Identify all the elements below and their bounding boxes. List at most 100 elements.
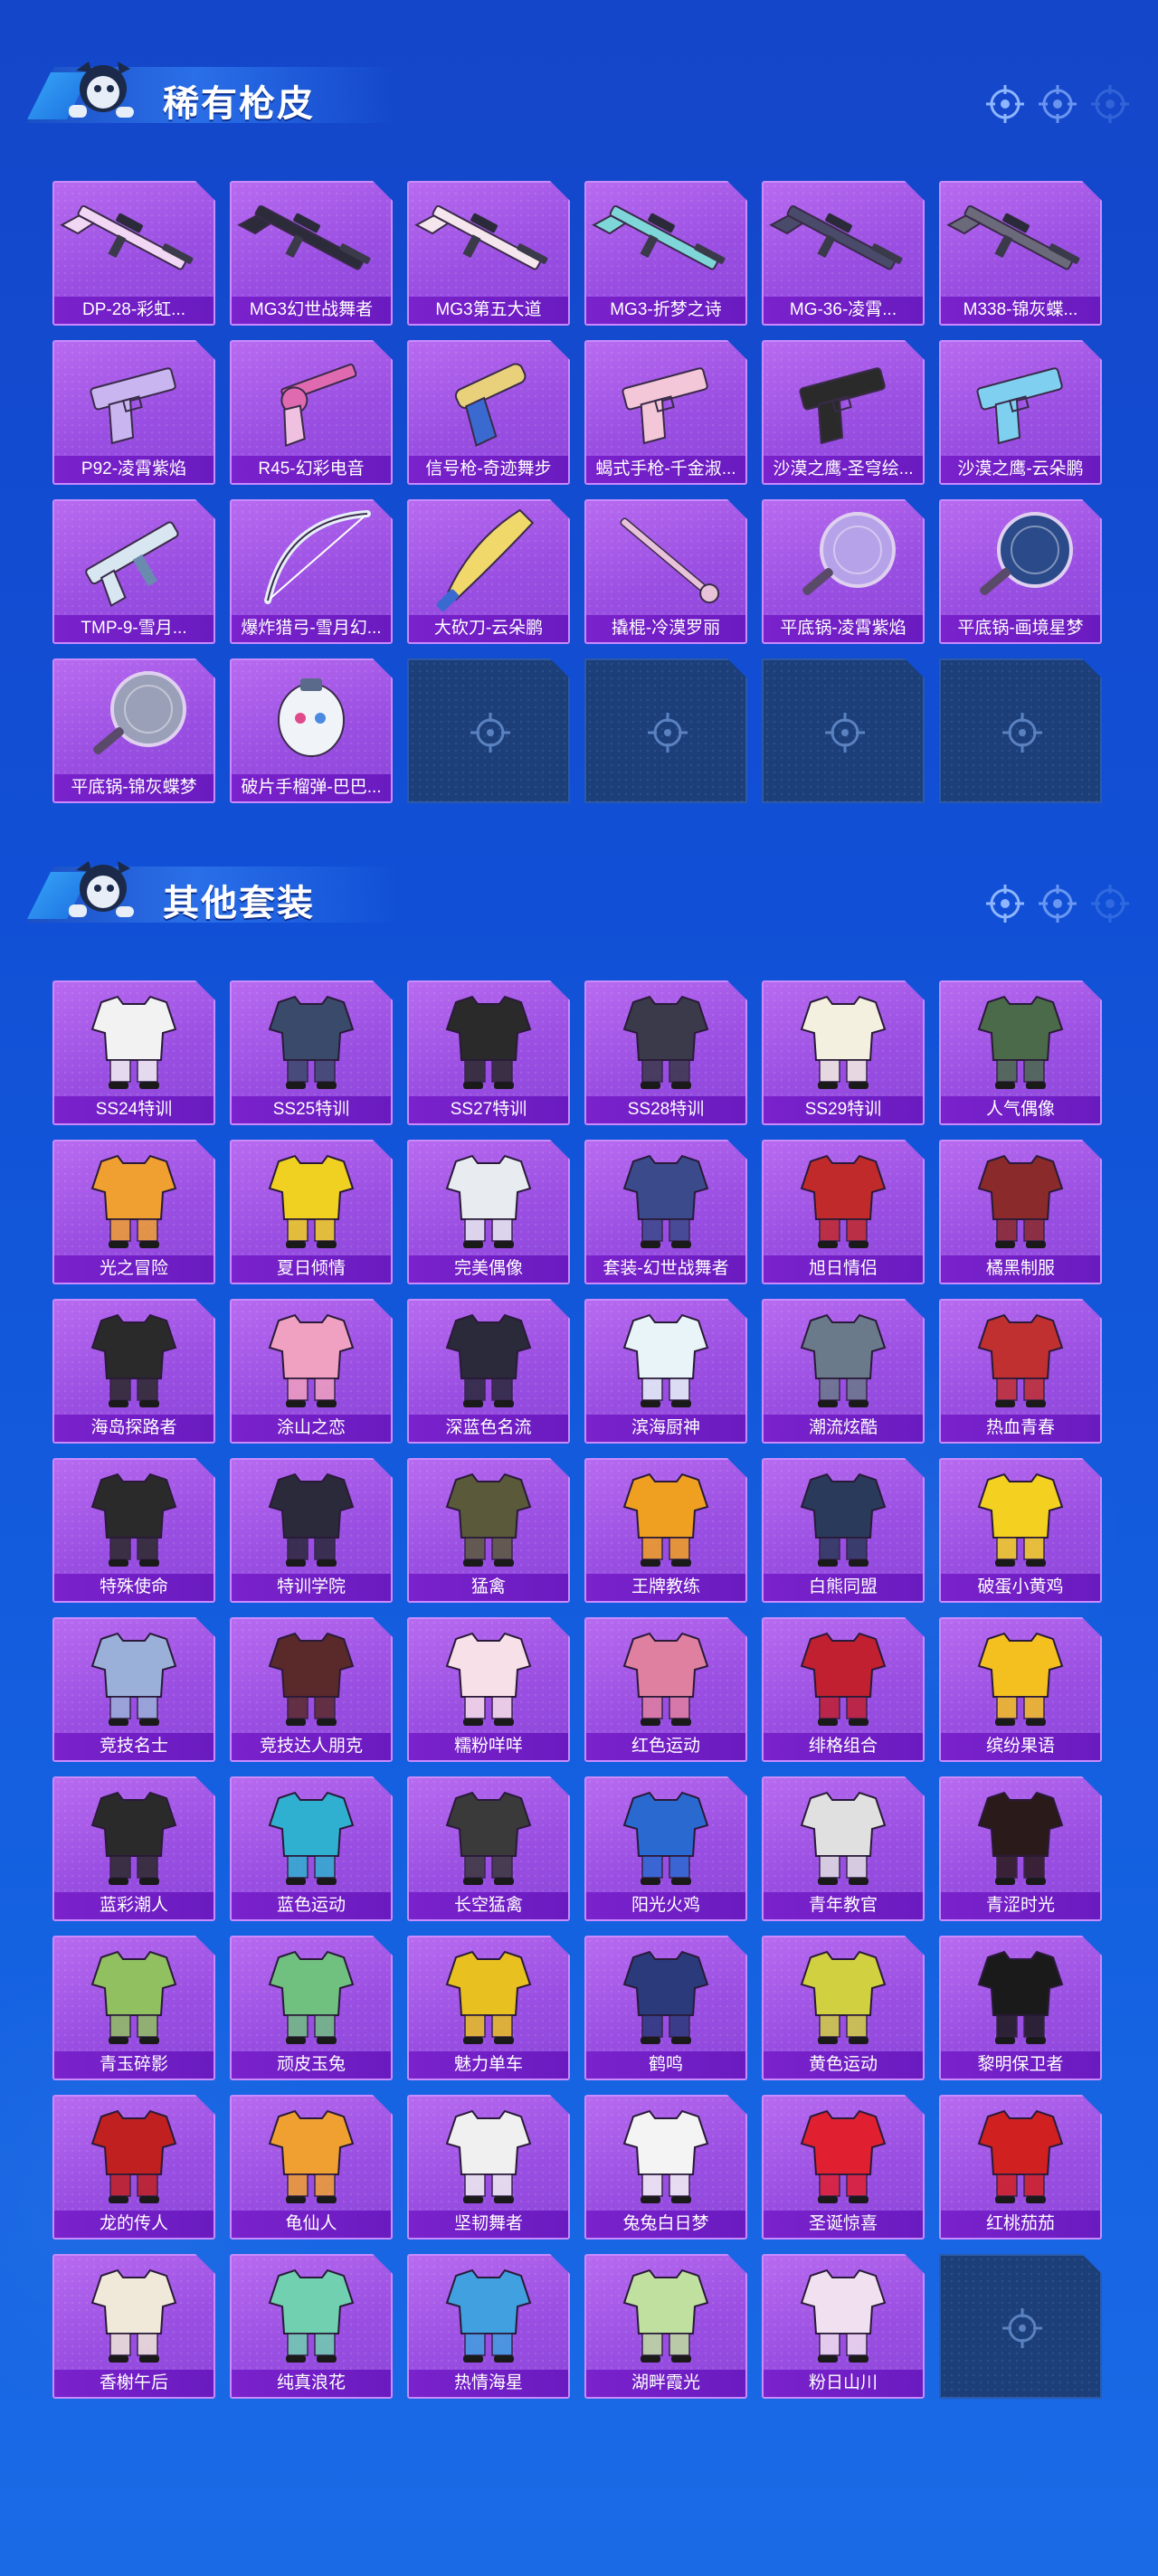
item-card[interactable]: 香榭午后 <box>52 2254 215 2399</box>
item-label: 平底锅-画境星梦 <box>941 615 1100 642</box>
item-card[interactable]: 信号枪-奇迹舞步 <box>407 340 570 485</box>
item-card[interactable]: P92-凌霄紫焰 <box>52 340 215 485</box>
item-card[interactable]: 蓝彩潮人 <box>52 1776 215 1921</box>
item-card[interactable]: TMP-9-雪月... <box>52 499 215 644</box>
item-card[interactable]: 平底锅-凌霄紫焰 <box>762 499 925 644</box>
item-card[interactable]: 猛禽 <box>407 1458 570 1603</box>
item-card[interactable]: 王牌教练 <box>584 1458 747 1603</box>
item-card[interactable]: DP-28-彩虹... <box>52 181 215 326</box>
item-card[interactable]: 白熊同盟 <box>762 1458 925 1603</box>
item-card[interactable]: 红桃茄茄 <box>939 2095 1102 2240</box>
item-label: 特训学院 <box>232 1574 391 1601</box>
item-card[interactable]: 潮流炫酷 <box>762 1299 925 1444</box>
item-card[interactable]: 完美偶像 <box>407 1140 570 1284</box>
item-card[interactable]: 热情海星 <box>407 2254 570 2399</box>
item-card[interactable]: 龟仙人 <box>230 2095 393 2240</box>
item-card[interactable]: 人气偶像 <box>939 980 1102 1125</box>
item-card[interactable]: 青玉碎影 <box>52 1936 215 2080</box>
item-card[interactable]: 竞技名士 <box>52 1617 215 1762</box>
item-card[interactable]: 红色运动 <box>584 1617 747 1762</box>
item-label: 蓝色运动 <box>232 1892 391 1919</box>
item-label: MG3-折梦之诗 <box>586 297 745 324</box>
outfit-icon <box>622 2109 709 2203</box>
item-card[interactable]: 涂山之恋 <box>230 1299 393 1444</box>
item-card[interactable]: 顽皮玉兔 <box>230 1936 393 2080</box>
item-card[interactable]: 青涩时光 <box>939 1776 1102 1921</box>
item-card[interactable]: 沙漠之鹰-云朵鹏 <box>939 340 1102 485</box>
item-card[interactable]: MG3-折梦之诗 <box>584 181 747 326</box>
item-card[interactable]: MG3幻世战舞者 <box>230 181 393 326</box>
item-card[interactable]: M338-锦灰蝶... <box>939 181 1102 326</box>
item-label: 沙漠之鹰-云朵鹏 <box>941 456 1100 483</box>
item-card[interactable]: 深蓝色名流 <box>407 1299 570 1444</box>
revolver-icon <box>280 363 357 448</box>
item-card[interactable]: 撬棍-冷漠罗丽 <box>584 499 747 644</box>
item-card[interactable]: SS28特训 <box>584 980 747 1125</box>
item-card[interactable]: 夏日倾情 <box>230 1140 393 1284</box>
item-label: TMP-9-雪月... <box>54 615 214 642</box>
item-card[interactable]: 黄色运动 <box>762 1936 925 2080</box>
item-card[interactable]: 纯真浪花 <box>230 2254 393 2399</box>
item-card[interactable]: 青年教官 <box>762 1776 925 1921</box>
section-header: 其他套装 <box>27 836 1149 935</box>
item-card[interactable]: SS25特训 <box>230 980 393 1125</box>
item-card[interactable]: R45-幻彩电音 <box>230 340 393 485</box>
item-card[interactable]: 糯粉咩咩 <box>407 1617 570 1762</box>
item-card[interactable]: SS24特训 <box>52 980 215 1125</box>
grenade-icon <box>278 678 345 757</box>
item-card[interactable]: 蝎式手枪-千金淑... <box>584 340 747 485</box>
item-card[interactable]: 蓝色运动 <box>230 1776 393 1921</box>
item-card[interactable]: 绯格组合 <box>762 1617 925 1762</box>
item-card[interactable]: MG3第五大道 <box>407 181 570 326</box>
item-card[interactable]: 魅力单车 <box>407 1936 570 2080</box>
item-card[interactable]: 热血青春 <box>939 1299 1102 1444</box>
outfit-icon <box>268 2109 355 2203</box>
item-card[interactable]: SS27特训 <box>407 980 570 1125</box>
item-card[interactable]: 龙的传人 <box>52 2095 215 2240</box>
item-card[interactable]: 坚韧舞者 <box>407 2095 570 2240</box>
item-card[interactable]: 平底锅-画境星梦 <box>939 499 1102 644</box>
item-label: DP-28-彩虹... <box>54 297 214 324</box>
item-card[interactable]: 光之冒险 <box>52 1140 215 1284</box>
item-card[interactable]: 破片手榴弹-巴巴... <box>230 658 393 803</box>
item-card[interactable]: 黎明保卫者 <box>939 1936 1102 2080</box>
item-card[interactable]: 旭日情侣 <box>762 1140 925 1284</box>
item-card[interactable]: SS29特训 <box>762 980 925 1125</box>
item-label: 阳光火鸡 <box>586 1892 745 1919</box>
item-card[interactable]: 缤纷果语 <box>939 1617 1102 1762</box>
item-card[interactable]: 平底锅-锦灰蝶梦 <box>52 658 215 803</box>
item-card[interactable]: 湖畔霞光 <box>584 2254 747 2399</box>
item-card[interactable]: 破蛋小黄鸡 <box>939 1458 1102 1603</box>
item-card[interactable]: 大砍刀-云朵鹏 <box>407 499 570 644</box>
skin-grid: DP-28-彩虹... MG3幻世战舞者 MG3第五大道 MG3-折梦之诗 MG-36-… <box>52 181 1102 803</box>
item-card[interactable]: 橘黑制服 <box>939 1140 1102 1284</box>
item-card[interactable]: 沙漠之鹰-圣穹绘... <box>762 340 925 485</box>
item-card[interactable]: 海岛探路者 <box>52 1299 215 1444</box>
item-card[interactable]: 滨海厨神 <box>584 1299 747 1444</box>
item-label: MG3幻世战舞者 <box>232 297 391 324</box>
item-card[interactable]: 阳光火鸡 <box>584 1776 747 1921</box>
machete-icon <box>436 508 535 611</box>
item-label: MG-36-凌霄... <box>764 297 923 324</box>
item-label: 夏日倾情 <box>232 1255 391 1283</box>
outfit-icon <box>268 1791 355 1885</box>
crosshair-icon <box>1039 885 1077 923</box>
item-label: 糯粉咩咩 <box>409 1733 568 1760</box>
item-label: 套装-幻世战舞者 <box>586 1255 745 1283</box>
item-card[interactable]: MG-36-凌霄... <box>762 181 925 326</box>
item-card[interactable]: 竞技达人朋克 <box>230 1617 393 1762</box>
item-label: SS24特训 <box>54 1096 214 1123</box>
item-card[interactable]: 圣诞惊喜 <box>762 2095 925 2240</box>
rifle-icon <box>946 204 1080 270</box>
item-card[interactable]: 长空猛禽 <box>407 1776 570 1921</box>
item-label: 平底锅-锦灰蝶梦 <box>54 774 214 801</box>
item-card[interactable]: 兔兔白日梦 <box>584 2095 747 2240</box>
item-label: 顽皮玉兔 <box>232 2051 391 2079</box>
outfit-icon <box>445 1154 532 1248</box>
item-card[interactable]: 套装-幻世战舞者 <box>584 1140 747 1284</box>
item-card[interactable]: 特训学院 <box>230 1458 393 1603</box>
item-card[interactable]: 鹤鸣 <box>584 1936 747 2080</box>
item-card[interactable]: 粉日山川 <box>762 2254 925 2399</box>
item-card[interactable]: 特殊使命 <box>52 1458 215 1603</box>
item-card[interactable]: 爆炸猎弓-雪月幻... <box>230 499 393 644</box>
